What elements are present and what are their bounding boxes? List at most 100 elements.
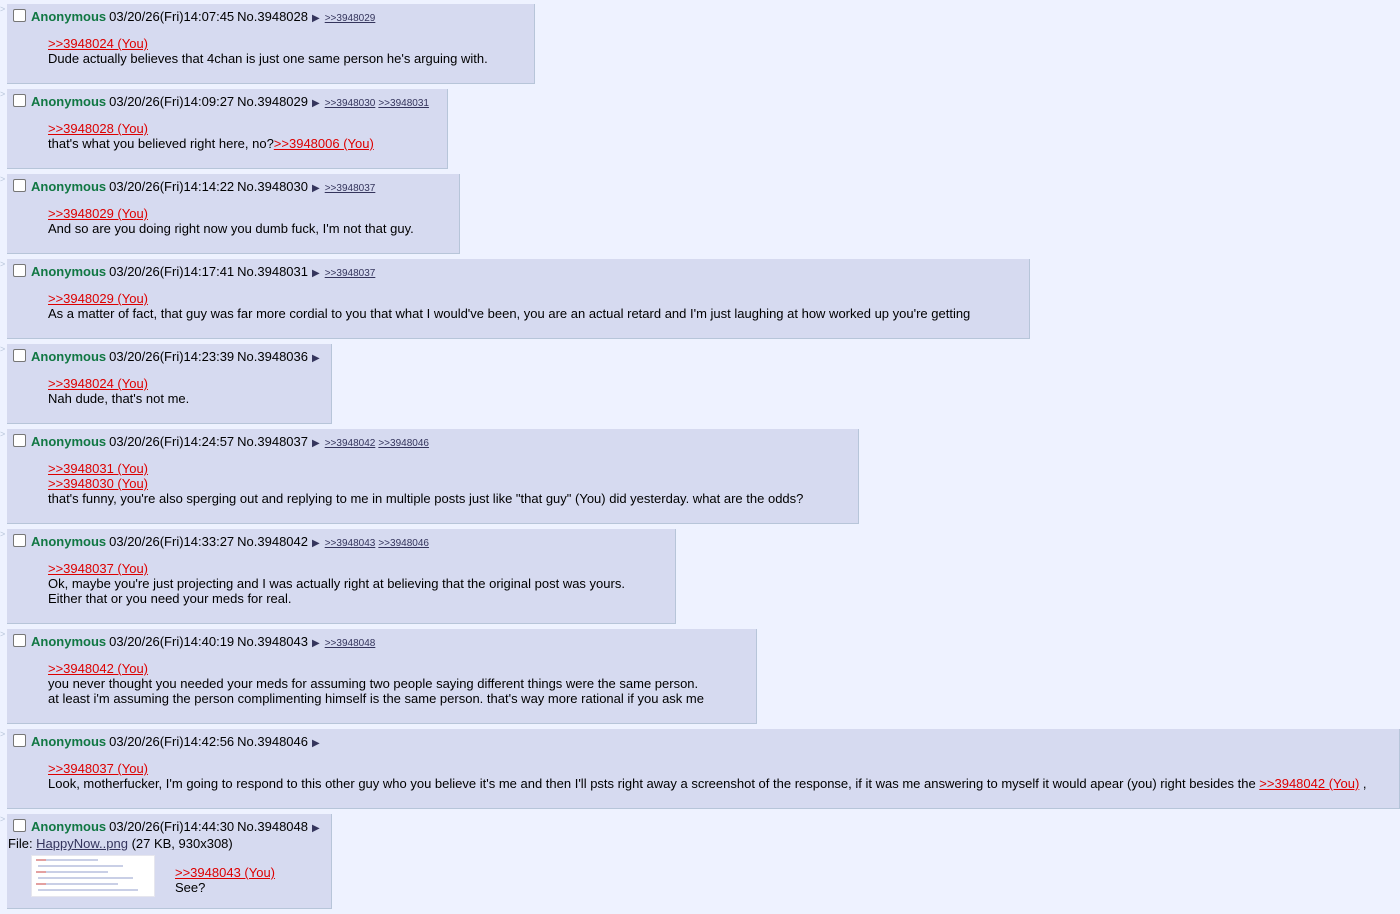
post-info: Anonymous 03/20/26(Fri)14:40:19 No.3948043… [7, 633, 756, 651]
reply-container: > Anonymous 03/20/26(Fri)14:14:22 No.394803… [0, 174, 1400, 254]
reply-container: > Anonymous 03/20/26(Fri)14:44:30 No.394804… [0, 814, 1400, 909]
quote-link[interactable]: >>3948028 (You) [48, 121, 148, 136]
post-info: Anonymous 03/20/26(Fri)14:07:45 No.3948028… [7, 8, 534, 26]
post-message: >>3948037 (You) Ok, maybe you're just pro… [48, 561, 635, 606]
post-checkbox[interactable] [13, 634, 26, 647]
thumbnail-quote-mark [36, 871, 46, 873]
message-line: you never thought you needed your meds f… [48, 676, 716, 691]
quote-link[interactable]: >>3948024 (You) [48, 376, 148, 391]
reply-arrow-icon: > [0, 529, 6, 539]
post-menu-icon[interactable]: ▶ [312, 13, 320, 24]
post-datetime: 03/20/26(Fri)14:17:41 [109, 264, 235, 279]
post: Anonymous 03/20/26(Fri)14:23:39 No.3948036… [7, 344, 332, 424]
post-checkbox[interactable] [13, 819, 26, 832]
backlink[interactable]: >>3948030 [325, 98, 376, 109]
message-line: that's what you believed right here, no?… [48, 136, 407, 151]
post: Anonymous 03/20/26(Fri)14:17:41 No.3948031… [7, 259, 1030, 339]
post-menu-icon[interactable]: ▶ [312, 638, 320, 649]
message-line: >>3948029 (You) [48, 291, 989, 306]
post-number[interactable]: No.3948028 [237, 9, 308, 24]
reply-arrow-icon: > [0, 89, 6, 99]
message-text: Look, motherfucker, I'm going to respond… [48, 776, 1260, 791]
reply-arrow-icon: > [0, 4, 6, 14]
post-number[interactable]: No.3948048 [237, 819, 308, 834]
post-number[interactable]: No.3948037 [237, 434, 308, 449]
post-message: >>3948031 (You) >>3948030 (You) that's fun… [48, 461, 818, 506]
quote-link[interactable]: >>3948037 (You) [48, 761, 148, 776]
quote-link[interactable]: >>3948024 (You) [48, 36, 148, 51]
reply-container: > Anonymous 03/20/26(Fri)14:42:56 No.394804… [0, 729, 1400, 809]
reply-arrow-icon: > [0, 429, 6, 439]
reply-arrow-icon: > [0, 814, 6, 824]
post-menu-icon[interactable]: ▶ [312, 98, 320, 109]
post-checkbox[interactable] [13, 264, 26, 277]
quote-link[interactable]: >>3948029 (You) [48, 206, 148, 221]
backlinks: >>3948030 >>3948031 [325, 98, 432, 109]
backlink[interactable]: >>3948046 [378, 538, 429, 549]
post-number[interactable]: No.3948029 [237, 94, 308, 109]
message-line: Look, motherfucker, I'm going to respond… [48, 776, 1367, 791]
post-menu-icon[interactable]: ▶ [312, 438, 320, 449]
poster-name: Anonymous [31, 819, 107, 834]
post-number[interactable]: No.3948031 [237, 264, 308, 279]
backlink[interactable]: >>3948043 [325, 538, 376, 549]
post-info: Anonymous 03/20/26(Fri)14:44:30 No.3948048… [7, 818, 331, 836]
poster-name: Anonymous [31, 349, 107, 364]
post-checkbox[interactable] [13, 94, 26, 107]
post-checkbox[interactable] [13, 9, 26, 22]
quote-link[interactable]: >>3948042 (You) [1259, 776, 1359, 791]
thumbnail-quote-mark [36, 883, 46, 885]
file-thumbnail[interactable] [31, 855, 155, 897]
reply-container: > Anonymous 03/20/26(Fri)14:33:27 No.394804… [0, 529, 1400, 624]
post-message: >>3948029 (You) As a matter of fact, that… [48, 291, 989, 321]
thumbnail-line [38, 889, 138, 891]
post-number[interactable]: No.3948042 [237, 534, 308, 549]
post-menu-icon[interactable]: ▶ [312, 183, 320, 194]
quote-link[interactable]: >>3948029 (You) [48, 291, 148, 306]
post-checkbox[interactable] [13, 434, 26, 447]
post-number[interactable]: No.3948043 [237, 634, 308, 649]
message-line: at least i'm assuming the person complim… [48, 691, 716, 706]
post-menu-icon[interactable]: ▶ [312, 738, 320, 749]
post-datetime: 03/20/26(Fri)14:23:39 [109, 349, 235, 364]
post-menu-icon[interactable]: ▶ [312, 823, 320, 834]
backlink[interactable]: >>3948031 [378, 98, 429, 109]
quote-link[interactable]: >>3948030 (You) [48, 476, 148, 491]
backlinks: >>3948043 >>3948046 [325, 538, 432, 549]
quote-link[interactable]: >>3948042 (You) [48, 661, 148, 676]
post-menu-icon[interactable]: ▶ [312, 353, 320, 364]
message-text: at least i'm assuming the person complim… [48, 691, 704, 706]
quote-link[interactable]: >>3948043 (You) [175, 865, 275, 880]
message-line: Either that or you need your meds for re… [48, 591, 635, 606]
quote-link[interactable]: >>3948006 (You) [274, 136, 374, 151]
post-checkbox[interactable] [13, 349, 26, 362]
post-message: >>3948024 (You) Nah dude, that's not me. [48, 376, 291, 406]
file-name-link[interactable]: HappyNow..png [36, 836, 128, 851]
thumbnail-line [38, 871, 108, 873]
post-message: >>3948029 (You) And so are you doing righ… [48, 206, 419, 236]
backlink[interactable]: >>3948042 [325, 438, 376, 449]
post-menu-icon[interactable]: ▶ [312, 268, 320, 279]
message-text: See? [175, 880, 206, 895]
post-checkbox[interactable] [13, 734, 26, 747]
backlinks: >>3948042 >>3948046 [325, 438, 432, 449]
post-info: Anonymous 03/20/26(Fri)14:23:39 No.3948036… [7, 348, 331, 366]
backlink[interactable]: >>3948037 [325, 183, 376, 194]
thumbnail-line [38, 859, 98, 861]
backlink[interactable]: >>3948029 [325, 13, 376, 24]
backlink[interactable]: >>3948046 [378, 438, 429, 449]
backlink[interactable]: >>3948048 [325, 638, 376, 649]
post-checkbox[interactable] [13, 534, 26, 547]
message-text: that's funny, you're also sperging out a… [48, 491, 804, 506]
post-number[interactable]: No.3948036 [237, 349, 308, 364]
post-checkbox[interactable] [13, 179, 26, 192]
quote-link[interactable]: >>3948037 (You) [48, 561, 148, 576]
post-number[interactable]: No.3948046 [237, 734, 308, 749]
backlink[interactable]: >>3948037 [325, 268, 376, 279]
post-menu-icon[interactable]: ▶ [312, 538, 320, 549]
post-message: >>3948028 (You) that's what you believed … [48, 121, 407, 151]
post-info: Anonymous 03/20/26(Fri)14:14:22 No.3948030… [7, 178, 459, 196]
message-text: Either that or you need your meds for re… [48, 591, 292, 606]
quote-link[interactable]: >>3948031 (You) [48, 461, 148, 476]
post-number[interactable]: No.3948030 [237, 179, 308, 194]
